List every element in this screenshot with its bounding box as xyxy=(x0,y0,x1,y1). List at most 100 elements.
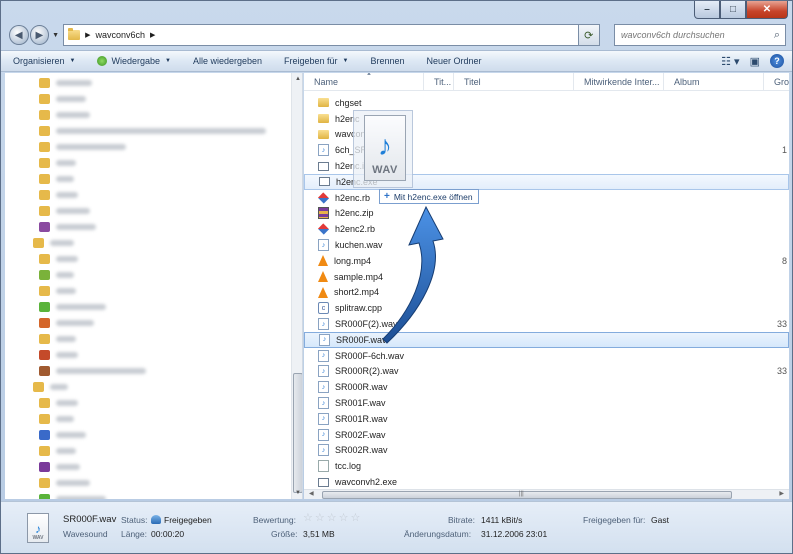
nav-tree-item[interactable] xyxy=(5,75,302,91)
organize-button[interactable]: Organisieren ▼ xyxy=(13,56,75,66)
share-button[interactable]: Freigeben für ▼ xyxy=(284,56,348,66)
column-track[interactable]: Tit... xyxy=(424,73,454,91)
star-icon[interactable]: ☆ xyxy=(351,513,361,524)
breadcrumb-folder[interactable]: wavconv6ch xyxy=(95,30,145,40)
file-row[interactable]: ♪ SR002F.wav xyxy=(304,427,789,443)
back-button[interactable]: ◀ xyxy=(9,25,29,45)
blurred-label xyxy=(56,368,146,374)
new-folder-button[interactable]: Neuer Ordner xyxy=(427,56,482,66)
blurred-label xyxy=(56,256,78,262)
folder-icon xyxy=(39,126,50,136)
nav-tree-item[interactable] xyxy=(5,491,302,499)
scroll-thumb[interactable] xyxy=(293,373,302,493)
star-icon[interactable]: ☆ xyxy=(315,513,325,524)
search-input[interactable] xyxy=(621,30,772,40)
column-artists[interactable]: Mitwirkende Inter... xyxy=(574,73,664,91)
nav-tree-item[interactable] xyxy=(5,363,302,379)
nav-tree-item[interactable] xyxy=(5,123,302,139)
file-row[interactable]: ♪ SR002R.wav xyxy=(304,443,789,459)
wav-file-icon: ♪ xyxy=(319,333,330,346)
nav-tree-item[interactable] xyxy=(5,219,302,235)
play-label: Wiedergabe xyxy=(111,56,161,66)
rb-file-icon xyxy=(317,223,330,235)
wav-file-icon: ♪ xyxy=(318,239,329,252)
scroll-down-icon[interactable]: ▼ xyxy=(292,487,302,499)
help-icon[interactable]: ? xyxy=(770,54,784,68)
cone-file-icon xyxy=(318,271,328,283)
breadcrumb-chevron-icon[interactable]: ▶ xyxy=(150,31,155,39)
rb-file-icon xyxy=(317,192,330,204)
nav-tree-item[interactable] xyxy=(5,235,302,251)
nav-tree-item[interactable] xyxy=(5,139,302,155)
nav-tree-item[interactable] xyxy=(5,267,302,283)
file-size-partial: 8 xyxy=(781,255,787,266)
star-icon[interactable]: ☆ xyxy=(327,513,337,524)
star-icon[interactable]: ☆ xyxy=(339,513,349,524)
view-options-icon[interactable]: ☷ ▾ xyxy=(721,55,739,68)
history-dropdown-icon[interactable]: ▼ xyxy=(52,32,59,39)
breadcrumb-chevron-icon[interactable]: ▶ xyxy=(85,31,90,39)
column-size[interactable]: Gro xyxy=(764,73,789,91)
horizontal-scrollbar[interactable]: ◀ ||| ▶ xyxy=(304,489,789,499)
nav-tree-item[interactable] xyxy=(5,395,302,411)
column-album[interactable]: Album xyxy=(664,73,764,91)
nav-tree-item[interactable] xyxy=(5,251,302,267)
file-row[interactable]: chgset xyxy=(304,95,789,111)
burn-button[interactable]: Brennen xyxy=(371,56,405,66)
search-icon[interactable]: ⌕ xyxy=(774,29,780,42)
column-title[interactable]: Titel xyxy=(454,73,574,91)
file-name: wavconvh2.exe xyxy=(335,477,398,488)
nav-tree-item[interactable] xyxy=(5,315,302,331)
forward-button[interactable]: ▶ xyxy=(29,25,50,45)
back-arrow-icon: ◀ xyxy=(14,29,23,41)
minimize-button[interactable]: – xyxy=(694,1,720,19)
nav-tree-item[interactable] xyxy=(5,299,302,315)
file-name: SR000R(2).wav xyxy=(335,366,399,377)
folder-icon xyxy=(39,446,50,456)
folder-icon xyxy=(39,318,50,328)
cpp-file-icon: c xyxy=(318,302,329,315)
file-row[interactable]: ♪ SR000R.wav xyxy=(304,379,789,395)
search-box[interactable]: ⌕ xyxy=(614,24,786,46)
nav-tree-item[interactable] xyxy=(5,379,302,395)
nav-tree-item[interactable] xyxy=(5,155,302,171)
column-headers: ▲ Name Tit... Titel Mitwirkende Inter...… xyxy=(304,73,789,91)
file-row[interactable]: ♪ SR001F.wav xyxy=(304,395,789,411)
wav-file-icon: ♪ xyxy=(318,365,329,378)
nav-tree-item[interactable] xyxy=(5,347,302,363)
navigation-scrollbar[interactable]: ▲ ▼ xyxy=(291,73,302,499)
file-row[interactable]: tcc.log xyxy=(304,458,789,474)
play-button[interactable]: Wiedergabe ▼ xyxy=(97,56,171,66)
horizontal-scroll-thumb[interactable] xyxy=(322,491,732,499)
preview-pane-icon[interactable]: ▣ xyxy=(750,55,760,68)
file-row[interactable]: ♪ SR000R(2).wav 33 xyxy=(304,364,789,380)
exe-file-icon xyxy=(318,477,329,487)
nav-tree-item[interactable] xyxy=(5,331,302,347)
column-name[interactable]: Name xyxy=(304,73,424,91)
nav-tree-item[interactable] xyxy=(5,283,302,299)
refresh-button[interactable]: ⟳ xyxy=(578,24,601,46)
nav-tree-item[interactable] xyxy=(5,171,302,187)
maximize-button[interactable]: □ xyxy=(720,1,746,19)
nav-tree-item[interactable] xyxy=(5,91,302,107)
nav-tree-item[interactable] xyxy=(5,475,302,491)
nav-tree-item[interactable] xyxy=(5,427,302,443)
nav-tree-item[interactable] xyxy=(5,459,302,475)
play-all-button[interactable]: Alle wiedergeben xyxy=(193,56,262,66)
navigation-pane[interactable]: ▲ ▼ xyxy=(5,73,303,499)
nav-tree-item[interactable] xyxy=(5,411,302,427)
nav-tree-item[interactable] xyxy=(5,107,302,123)
close-button[interactable]: ✕ xyxy=(746,1,788,19)
blurred-label xyxy=(56,336,76,342)
star-icon[interactable]: ☆ xyxy=(303,513,313,524)
scroll-up-icon[interactable]: ▲ xyxy=(292,73,302,85)
file-row[interactable]: ♪ SR001R.wav xyxy=(304,411,789,427)
nav-tree-item[interactable] xyxy=(5,187,302,203)
nav-tree-item[interactable] xyxy=(5,203,302,219)
nav-tree-item[interactable] xyxy=(5,443,302,459)
scroll-left-icon[interactable]: ◀ xyxy=(309,490,314,497)
scroll-right-icon[interactable]: ▶ xyxy=(779,490,784,497)
rating-stars[interactable]: ☆ ☆ ☆ ☆ ☆ xyxy=(303,513,360,524)
file-row[interactable]: wavconvh2.exe xyxy=(304,474,789,490)
address-bar[interactable]: ▶ wavconv6ch ▶ xyxy=(63,24,579,46)
